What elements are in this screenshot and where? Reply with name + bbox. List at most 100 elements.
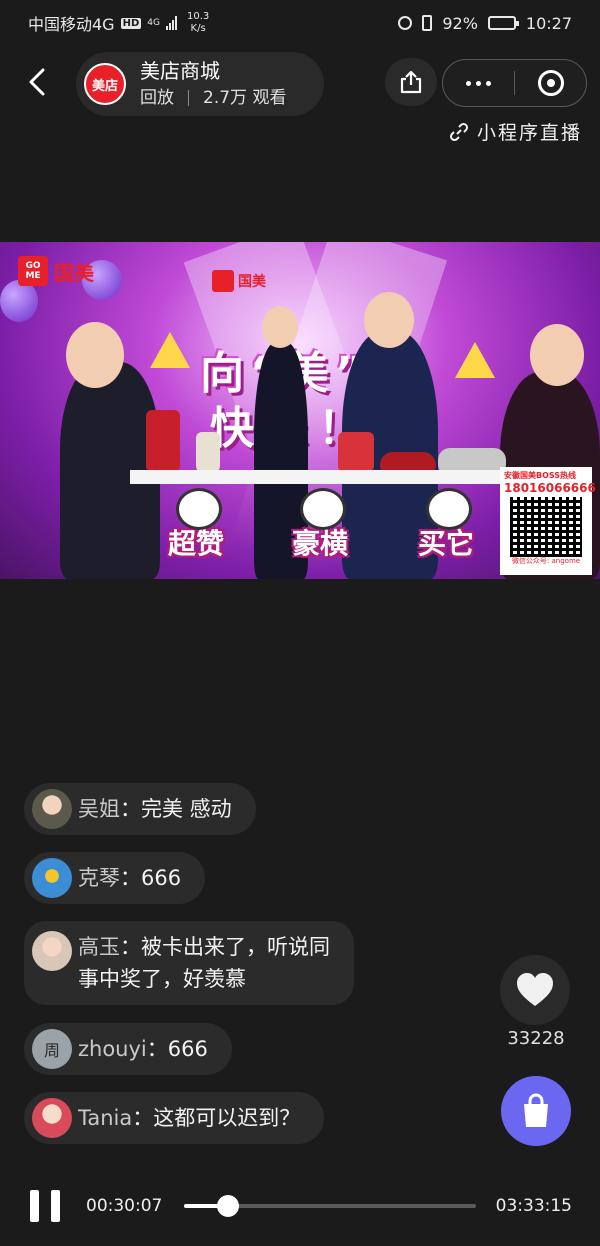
- more-dots-icon: [466, 80, 491, 86]
- room-info-text: 美店商城 回放 2.7万 观看: [140, 58, 286, 110]
- user-avatar: 周: [32, 1029, 72, 1069]
- brand-name-small: 国美: [238, 274, 266, 290]
- poster-face-left: [66, 322, 124, 388]
- comment-user: Tania: [78, 1106, 133, 1130]
- comment-text: zhouyi：666: [78, 1037, 208, 1061]
- alarm-icon: [398, 16, 413, 30]
- comment-message: 666: [141, 866, 182, 890]
- brand-name: 国美: [54, 260, 94, 285]
- share-icon: [400, 70, 422, 94]
- store-avatar: 美店: [84, 63, 126, 105]
- poster-face-right: [530, 324, 584, 386]
- star-decoration: [150, 332, 190, 368]
- shopping-cart-button[interactable]: [501, 1076, 571, 1146]
- target-circle-icon: [537, 70, 564, 96]
- hotline-phone: 18016066666: [504, 481, 596, 495]
- star-decoration: [455, 342, 495, 378]
- replay-label: 回放: [140, 88, 174, 108]
- total-time: 03:33:15: [495, 1196, 572, 1216]
- mini-program-live-label: 小程序直播: [476, 122, 582, 144]
- comment-item: 吴姐：完美 感动: [24, 783, 256, 835]
- balloon: [0, 280, 38, 322]
- battery-icon: [487, 16, 519, 30]
- share-button[interactable]: [385, 58, 437, 106]
- live-video[interactable]: GO ME 国美 国美 向“美”而 快乐！ 超赞 豪横 买它 安徽国美BOSS热…: [0, 242, 600, 579]
- user-avatar: [32, 1098, 72, 1138]
- battery-percent: 92%: [442, 13, 478, 33]
- pause-button[interactable]: [30, 1190, 60, 1222]
- status-left: 中国移动4G HD 4G 10.3 K/s: [28, 11, 209, 35]
- comment-message: 666: [167, 1037, 208, 1061]
- comment-text: 吴姐：完美 感动: [78, 797, 232, 821]
- comment-user: zhouyi: [78, 1037, 147, 1061]
- user-avatar: [32, 931, 72, 971]
- status-bar: 中国移动4G HD 4G 10.3 K/s 92% 10:27: [0, 0, 600, 46]
- reaction-stickers: 超赞 豪横 买它: [138, 482, 508, 574]
- comment-item: Tania：这都可以迟到？: [24, 1092, 325, 1144]
- mini-program-capsule: [442, 59, 587, 107]
- like-count: 33228: [507, 1028, 565, 1049]
- comment-user: 吴姐: [78, 797, 120, 821]
- brand-logo: GO ME 国美: [18, 256, 94, 286]
- comment-text: 克琴：666: [78, 866, 182, 890]
- current-time: 00:30:07: [86, 1196, 163, 1216]
- blender-product: [146, 410, 180, 472]
- comment-item: 周 zhouyi：666: [24, 1023, 232, 1075]
- back-button[interactable]: [22, 64, 52, 100]
- net-speed: 10.3 K/s: [187, 11, 209, 35]
- knife-block-product: [338, 432, 374, 472]
- comment-item: 高玉：被卡出来了，听说同 事中奖了，好羡慕: [24, 921, 354, 1005]
- clock: 10:27: [525, 13, 572, 33]
- signal-icon: [165, 16, 177, 30]
- shopping-bag-icon: [524, 1093, 548, 1127]
- sticker-super-like: 超赞: [138, 488, 254, 572]
- brand-badge: GO ME: [18, 256, 48, 286]
- user-avatar: [32, 858, 72, 898]
- comment-text: 高玉：被卡出来了，听说同 事中奖了，好羡慕: [78, 935, 330, 991]
- heart-icon: [517, 973, 553, 1006]
- like-button[interactable]: [500, 955, 570, 1025]
- progress-thumb[interactable]: [216, 1195, 239, 1217]
- link-icon: [449, 122, 469, 141]
- comment-message: 这都可以迟到？: [153, 1106, 301, 1130]
- network-type: 4G: [147, 17, 160, 28]
- close-button[interactable]: [515, 60, 586, 106]
- mini-program-live-link[interactable]: 小程序直播: [449, 118, 582, 145]
- room-name: 美店商城: [140, 59, 220, 83]
- hotline-label: 安徽国美BOSS热线: [504, 471, 577, 480]
- status-right: 92% 10:27: [398, 14, 572, 33]
- brand-logo-secondary: 国美: [212, 270, 266, 292]
- vibrate-icon: [422, 15, 433, 31]
- sticker-buy-it: 买它: [388, 488, 504, 572]
- comment-text: Tania：这都可以迟到？: [78, 1106, 301, 1130]
- hd-badge: HD: [120, 17, 142, 29]
- comment-message: 被卡出来了，听说同: [141, 935, 330, 959]
- playback-controls: 00:30:07 03:33:15: [0, 1176, 600, 1236]
- comment-user: 高玉: [78, 935, 120, 959]
- net-speed-value: 10.3: [186, 11, 210, 22]
- comment-item: 克琴：666: [24, 852, 206, 904]
- avatar-initial: 周: [43, 1041, 60, 1060]
- qr-code-card: 安徽国美BOSS热线 18016066666 微信公众号: angome: [500, 467, 596, 575]
- pause-icon: [30, 1190, 60, 1222]
- comment-message-line-2: 事中奖了，好羡慕: [78, 967, 246, 991]
- more-button[interactable]: [443, 60, 514, 106]
- carrier-label: 中国移动4G: [28, 15, 115, 34]
- comment-user: 克琴: [78, 866, 120, 890]
- user-avatar: [32, 789, 72, 829]
- chevron-left-icon: [29, 68, 45, 96]
- wechat-account: 微信公众号: angome: [511, 557, 581, 565]
- room-meta: 回放 2.7万 观看: [140, 86, 286, 110]
- host-woman-face: [262, 306, 298, 348]
- host-man-face: [364, 292, 414, 348]
- meta-divider: [188, 90, 189, 106]
- qr-code-image: [510, 497, 582, 557]
- sticker-generous: 豪横: [262, 488, 378, 572]
- progress-slider[interactable]: [184, 1195, 476, 1217]
- kettle-product: [196, 432, 220, 472]
- viewer-count: 2.7万 观看: [203, 88, 287, 108]
- net-speed-unit: K/s: [190, 23, 206, 34]
- comment-message: 完美 感动: [141, 797, 232, 821]
- brand-badge-small: [212, 270, 234, 292]
- live-room-info[interactable]: 美店 美店商城 回放 2.7万 观看: [76, 52, 324, 116]
